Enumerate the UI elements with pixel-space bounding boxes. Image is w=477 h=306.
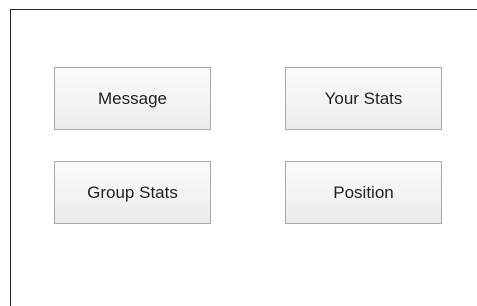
message-button[interactable]: Message: [54, 67, 211, 130]
group-stats-button[interactable]: Group Stats: [54, 161, 211, 224]
button-panel: Message Your Stats Group Stats Position: [10, 9, 477, 306]
your-stats-button[interactable]: Your Stats: [285, 67, 442, 130]
position-button[interactable]: Position: [285, 161, 442, 224]
